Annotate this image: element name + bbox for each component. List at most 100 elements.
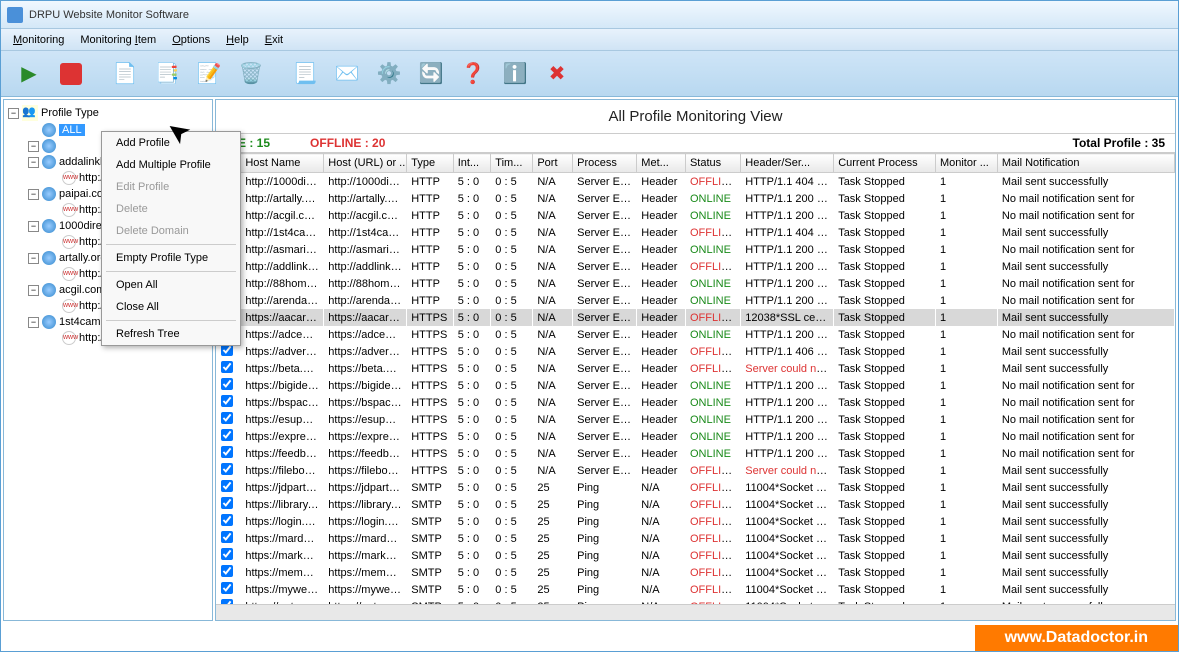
add-multi-icon[interactable]: 📑 [149, 56, 185, 92]
table-row[interactable]: https://marduk1.i...https://marduk1.int.… [217, 530, 1175, 547]
table-row[interactable]: https://feedback...https://feedback.di..… [217, 445, 1175, 462]
column-header[interactable]: Port [533, 154, 573, 173]
column-header[interactable]: Monitor ... [935, 154, 997, 173]
column-header[interactable]: Met... [637, 154, 686, 173]
menu-monitoring-item[interactable]: Monitoring Item [74, 32, 162, 48]
edit-profile-icon[interactable]: 📝 [191, 56, 227, 92]
row-checkbox[interactable] [221, 531, 233, 543]
table-row[interactable]: https://bspacehel...https://bspacehelp..… [217, 394, 1175, 411]
column-header[interactable]: Status [685, 154, 740, 173]
collapse-icon[interactable]: − [28, 317, 39, 328]
globe-icon [42, 251, 56, 265]
context-menu-item: Edit Profile [102, 176, 240, 198]
status-row: INE : 15 OFFLINE : 20 Total Profile : 35 [216, 133, 1175, 153]
table-row[interactable]: http://acgil.comhttp://acgil.comHTTP5 : … [217, 207, 1175, 224]
column-header[interactable]: Host Name [241, 154, 324, 173]
context-menu-item: Delete Domain [102, 220, 240, 242]
table-row[interactable]: https://express.p...https://express.payl… [217, 428, 1175, 445]
row-checkbox[interactable] [221, 565, 233, 577]
row-checkbox[interactable] [221, 582, 233, 594]
table-row[interactable]: https://bigidea.c...https://bigidea.com.… [217, 377, 1175, 394]
grid-title: All Profile Monitoring View [216, 100, 1175, 133]
www-icon: www [62, 203, 76, 217]
column-header[interactable]: Host (URL) or ... [324, 154, 407, 173]
collapse-icon[interactable]: − [28, 157, 39, 168]
help-icon[interactable]: ❓ [455, 56, 491, 92]
column-header[interactable]: Tim... [491, 154, 533, 173]
app-window: DRPU Website Monitor Software Monitoring… [0, 0, 1179, 652]
data-table: Host NameHost (URL) or ...TypeInt...Tim.… [216, 153, 1175, 604]
collapse-icon[interactable]: − [8, 108, 19, 119]
menu-help[interactable]: Help [220, 32, 255, 48]
stop-button[interactable] [53, 56, 89, 92]
collapse-icon[interactable]: − [28, 285, 39, 296]
table-row[interactable]: https://jdparts.de...https://jdparts.dee… [217, 479, 1175, 496]
grid-scroll[interactable]: Host NameHost (URL) or ...TypeInt...Tim.… [216, 153, 1175, 604]
table-row[interactable]: http://1000direct...http://1000directori… [217, 173, 1175, 191]
context-menu-item[interactable]: Open All [102, 274, 240, 296]
collapse-icon[interactable]: − [28, 189, 39, 200]
table-row[interactable]: http://addlink1.c...http://addlink1.comH… [217, 258, 1175, 275]
row-checkbox[interactable] [221, 361, 233, 373]
column-header[interactable]: Mail Notification [997, 154, 1174, 173]
row-checkbox[interactable] [221, 463, 233, 475]
table-row[interactable]: https://login.cos...https://login.cos.co… [217, 513, 1175, 530]
menu-monitoring[interactable]: Monitoring [7, 32, 70, 48]
row-checkbox[interactable] [221, 480, 233, 492]
table-row[interactable]: http://artally.orghttp://artally.orgHTTP… [217, 190, 1175, 207]
close-icon[interactable]: ✖ [539, 56, 575, 92]
delete-icon[interactable]: 🗑️ [233, 56, 269, 92]
menu-options[interactable]: Options [166, 32, 216, 48]
table-row[interactable]: https://aacargopl...https://aacargoplus.… [217, 309, 1175, 326]
play-button[interactable]: ▶ [11, 56, 47, 92]
grid-panel: All Profile Monitoring View INE : 15 OFF… [215, 99, 1176, 621]
table-row[interactable]: https://marketgo...https://marketgoal...… [217, 547, 1175, 564]
settings-icon[interactable]: ⚙️ [371, 56, 407, 92]
column-header[interactable]: Header/Ser... [741, 154, 834, 173]
table-row[interactable]: http://88home.co...http://88home.co.ccHT… [217, 275, 1175, 292]
table-row[interactable]: https://advertise...https://advertise.la… [217, 343, 1175, 360]
table-row[interactable]: http://arendator...http://arendator.net.… [217, 292, 1175, 309]
table-row[interactable]: https://library.law...https://library.la… [217, 496, 1175, 513]
table-row[interactable]: https://adcenter.l...https://adcenter.lo… [217, 326, 1175, 343]
column-header[interactable]: Type [407, 154, 453, 173]
row-checkbox[interactable] [221, 446, 233, 458]
toolbar: ▶ 📄 📑 📝 🗑️ 📃 ✉️ ⚙️ 🔄 ❓ ℹ️ ✖ [1, 51, 1178, 97]
mail-icon[interactable]: ✉️ [329, 56, 365, 92]
row-checkbox[interactable] [221, 497, 233, 509]
globe-icon [42, 155, 56, 169]
table-row[interactable]: http://asmarilyn.c...http://asmarilyn.co… [217, 241, 1175, 258]
doc-x-icon[interactable]: 📃 [287, 56, 323, 92]
menu-exit[interactable]: Exit [259, 32, 289, 48]
row-checkbox[interactable] [221, 378, 233, 390]
row-checkbox[interactable] [221, 395, 233, 407]
www-icon: www [62, 299, 76, 313]
globe-icon [42, 123, 56, 137]
collapse-icon[interactable]: − [28, 253, 39, 264]
column-header[interactable]: Process [573, 154, 637, 173]
table-row[interactable]: https://member.l...https://member.lgiu..… [217, 564, 1175, 581]
context-menu-item[interactable]: Refresh Tree [102, 323, 240, 345]
info-icon[interactable]: ℹ️ [497, 56, 533, 92]
row-checkbox[interactable] [221, 429, 233, 441]
table-row[interactable]: https://mywebde...https://mywebdeskt...S… [217, 581, 1175, 598]
row-checkbox[interactable] [221, 514, 233, 526]
horizontal-scrollbar[interactable] [216, 604, 1175, 620]
table-row[interactable]: http://1st4cambri...http://1st4cambridg.… [217, 224, 1175, 241]
context-menu-item[interactable]: Empty Profile Type [102, 247, 240, 269]
row-checkbox[interactable] [221, 548, 233, 560]
refresh-icon[interactable]: 🔄 [413, 56, 449, 92]
table-row[interactable]: https://filebox.vt...https://filebox.vt.… [217, 462, 1175, 479]
add-profile-icon[interactable]: 📄 [107, 56, 143, 92]
column-header[interactable]: Current Process [834, 154, 936, 173]
table-row[interactable]: https://esupply.a...https://esupply.ava.… [217, 411, 1175, 428]
globe-icon [42, 187, 56, 201]
collapse-icon[interactable]: − [28, 141, 39, 152]
column-header[interactable]: Int... [453, 154, 491, 173]
context-menu-item[interactable]: Add Multiple Profile [102, 154, 240, 176]
globe-icon [42, 315, 56, 329]
context-menu-item[interactable]: Close All [102, 296, 240, 318]
row-checkbox[interactable] [221, 412, 233, 424]
collapse-icon[interactable]: − [28, 221, 39, 232]
table-row[interactable]: https://beta.blogl...https://beta.blogli… [217, 360, 1175, 377]
